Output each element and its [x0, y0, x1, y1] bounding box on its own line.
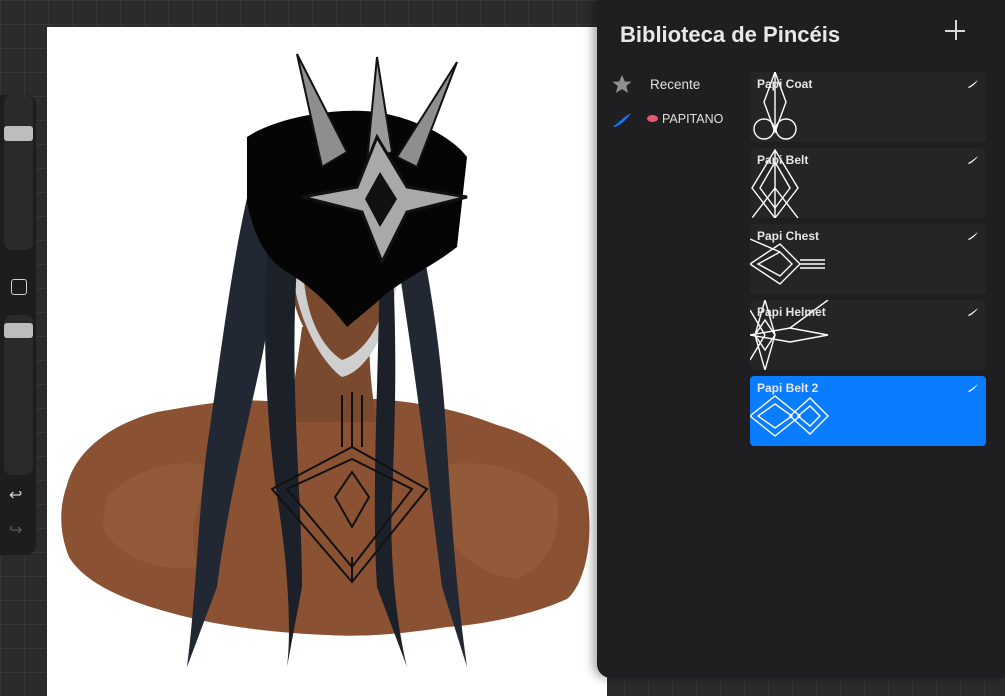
panel-title: Biblioteca de Pincéis: [620, 22, 841, 47]
brush-item-papi-belt[interactable]: Papi Belt: [750, 148, 986, 218]
brush-name: Papi Belt: [757, 153, 809, 167]
brush-name: Papi Belt 2: [757, 381, 819, 395]
plus-icon[interactable]: [943, 18, 969, 44]
brush-item-papi-helmet[interactable]: Papi Helmet: [750, 300, 986, 370]
opacity-thumb[interactable]: [4, 323, 33, 338]
left-sidebar: ↩ ↪: [0, 95, 36, 555]
opacity-slider[interactable]: [4, 315, 33, 475]
brush-size-slider[interactable]: [4, 95, 33, 250]
brush-name: Papi Helmet: [757, 305, 826, 319]
brush-stroke-icon: [968, 308, 978, 316]
brush-set-papitano[interactable]: PAPITANO: [609, 105, 747, 133]
brush-stroke-icon: [968, 156, 978, 164]
drawing-canvas[interactable]: [47, 27, 607, 696]
star-icon: [612, 75, 632, 93]
modify-icon[interactable]: [11, 279, 27, 295]
brush-stroke-icon: [968, 384, 978, 392]
redo-icon[interactable]: ↪: [9, 523, 22, 539]
brush-stroke-icon: [968, 80, 978, 88]
lips-emoji: [647, 115, 658, 123]
brush-name: Papi Coat: [757, 77, 813, 91]
brush-stroke-icon: [613, 113, 631, 127]
brush-set-label: PAPITANO: [662, 112, 724, 126]
brush-set-label: Recente: [650, 76, 701, 92]
brush-item-papi-chest[interactable]: Papi Chest: [750, 224, 986, 294]
brush-name: Papi Chest: [757, 229, 820, 243]
brush-size-thumb[interactable]: [4, 126, 33, 141]
brush-list: Papi Coat Papi Belt Papi Chest Papi Helm…: [750, 72, 986, 452]
brush-set-recente[interactable]: Recente: [609, 70, 747, 98]
undo-icon[interactable]: ↩: [9, 488, 22, 504]
brush-library-panel: Biblioteca de Pincéis Recente PAPITANO P…: [597, 0, 1005, 678]
brush-stroke-icon: [968, 232, 978, 240]
artwork-illustration: [61, 53, 590, 667]
brush-item-papi-coat[interactable]: Papi Coat: [750, 72, 986, 142]
brush-item-papi-belt-2[interactable]: Papi Belt 2: [750, 376, 986, 446]
